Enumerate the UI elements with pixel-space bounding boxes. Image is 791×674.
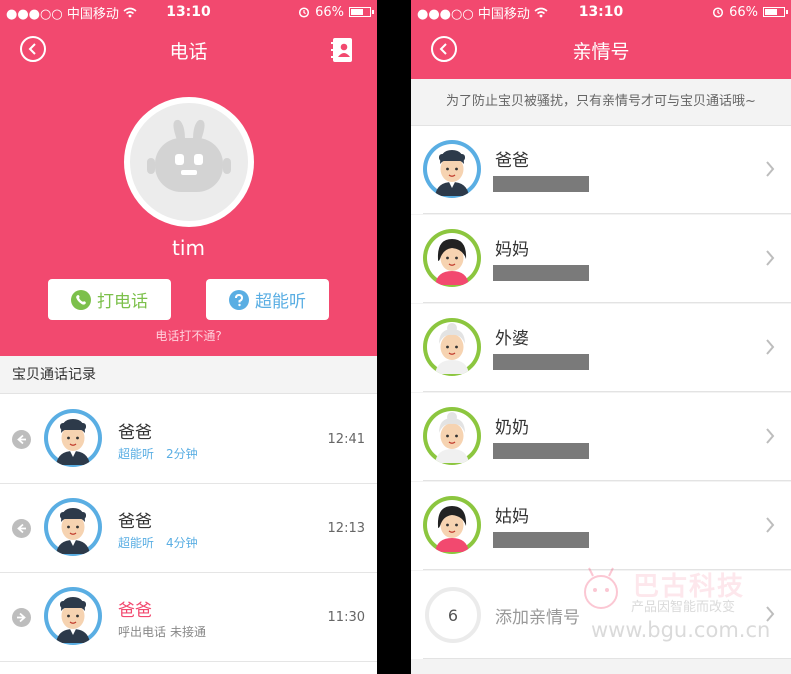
row-divider <box>423 569 791 570</box>
mascot-placeholder-icon <box>147 119 231 192</box>
page-title: 电话 <box>169 40 208 63</box>
redacted-phone-number <box>493 354 589 370</box>
chevron-right-icon <box>766 517 775 533</box>
contact-name: 爸爸 <box>495 151 529 171</box>
caller-name: 爸爸 <box>118 512 152 532</box>
caller-name: 爸爸 <box>118 601 152 621</box>
nav-bar: 电话 <box>0 24 377 76</box>
user-name: tim <box>172 236 205 260</box>
dad-avatar <box>44 587 102 649</box>
family-contact-row[interactable]: 奶奶 <box>411 393 791 481</box>
call-record-row[interactable]: 爸爸 超能听 4分钟 12:13 <box>0 484 377 573</box>
chevron-right-icon <box>766 161 775 177</box>
call-record-row[interactable]: 爸爸 超能听 2分钟 12:41 <box>0 395 377 484</box>
call-duration: 2分钟 <box>166 447 198 461</box>
redacted-phone-number <box>493 443 589 459</box>
call-duration: 4分钟 <box>166 536 198 550</box>
battery-percent: 66% <box>315 4 344 20</box>
redacted-phone-number <box>493 532 589 548</box>
mom-avatar <box>423 229 481 291</box>
wifi-icon <box>123 7 137 17</box>
page-title: 亲情号 <box>572 40 630 63</box>
row-divider <box>423 213 791 214</box>
battery-icon <box>349 7 374 17</box>
incoming-call-icon <box>12 519 31 538</box>
carrier-signal: ●●●○○ 中国移动 <box>417 6 530 22</box>
notice-text: 为了防止宝贝被骚扰，只有亲情号才可与宝贝通话哦~ <box>411 79 791 126</box>
status-bar: ●●●○○ 中国移动 13:10 66% <box>0 0 377 24</box>
contact-name: 外婆 <box>495 329 529 349</box>
call-time: 12:13 <box>327 521 365 536</box>
super-listen-label: 超能听 <box>255 292 306 312</box>
call-type: 超能听 <box>118 536 155 550</box>
contact-name: 奶奶 <box>495 418 529 438</box>
chevron-right-icon <box>766 606 775 622</box>
chevron-right-icon <box>766 250 775 266</box>
dad-avatar <box>44 498 102 560</box>
aunt-avatar <box>423 496 481 558</box>
call-type: 超能听 <box>118 447 155 461</box>
row-divider <box>423 658 791 659</box>
back-button[interactable] <box>20 36 46 62</box>
row-divider <box>423 391 791 392</box>
family-contact-row[interactable]: 爸爸 <box>411 126 791 214</box>
call-type: 呼出电话 <box>118 625 167 639</box>
grandma-avatar <box>423 318 481 380</box>
phone-icon <box>71 289 91 310</box>
carrier-signal: ●●●○○ 中国移动 <box>6 6 119 22</box>
call-screen: ●●●○○ 中国移动 13:10 66% 电话 tim 打电话 超能听 电话打不… <box>0 0 377 674</box>
call-duration: 未接通 <box>170 625 207 639</box>
redacted-phone-number <box>493 265 589 281</box>
super-listen-button[interactable]: 超能听 <box>206 279 329 320</box>
incoming-call-icon <box>12 430 31 449</box>
call-record-row[interactable]: 爸爸 呼出电话 未接通 11:30 <box>0 573 377 662</box>
call-records-header: 宝贝通话记录 <box>0 356 377 394</box>
alarm-icon <box>299 7 310 18</box>
family-contact-row[interactable]: 姑妈 <box>411 482 791 570</box>
chevron-left-icon <box>28 43 36 55</box>
contact-name: 姑妈 <box>495 507 529 527</box>
default-avatar <box>124 97 254 227</box>
wifi-icon <box>534 7 548 17</box>
dad-avatar <box>423 140 481 202</box>
remaining-slots-badge: 6 <box>425 587 481 643</box>
alarm-icon <box>713 7 724 18</box>
family-contact-row[interactable]: 妈妈 <box>411 215 791 303</box>
back-button[interactable] <box>431 36 457 62</box>
battery-percent: 66% <box>729 4 758 20</box>
chevron-right-icon <box>766 428 775 444</box>
dad-avatar <box>44 409 102 471</box>
chevron-right-icon <box>766 339 775 355</box>
row-divider <box>423 480 791 481</box>
status-bar: ●●●○○ 中国移动 13:10 66% <box>411 0 791 24</box>
chevron-left-icon <box>439 43 447 55</box>
battery-icon <box>763 7 788 17</box>
call-help-link[interactable]: 电话打不通? <box>0 327 377 344</box>
outgoing-call-icon <box>12 608 31 627</box>
row-divider <box>423 302 791 303</box>
redacted-phone-number <box>493 176 589 192</box>
add-family-number-label: 添加亲情号 <box>495 608 580 628</box>
call-time: 12:41 <box>327 432 365 447</box>
call-time: 11:30 <box>327 610 365 625</box>
ear-question-icon <box>229 289 249 310</box>
contact-name: 妈妈 <box>495 240 529 260</box>
grandma-avatar <box>423 407 481 469</box>
nav-bar: 亲情号 <box>411 24 791 76</box>
call-button-label: 打电话 <box>97 292 148 312</box>
add-family-number-row[interactable]: 6 添加亲情号 <box>411 571 791 659</box>
family-numbers-screen: ●●●○○ 中国移动 13:10 66% 亲情号 为了防止宝贝被骚扰，只有亲情号… <box>411 0 791 674</box>
call-button[interactable]: 打电话 <box>48 279 171 320</box>
contacts-book-icon[interactable] <box>331 37 355 63</box>
caller-name: 爸爸 <box>118 423 152 443</box>
family-contact-row[interactable]: 外婆 <box>411 304 791 392</box>
